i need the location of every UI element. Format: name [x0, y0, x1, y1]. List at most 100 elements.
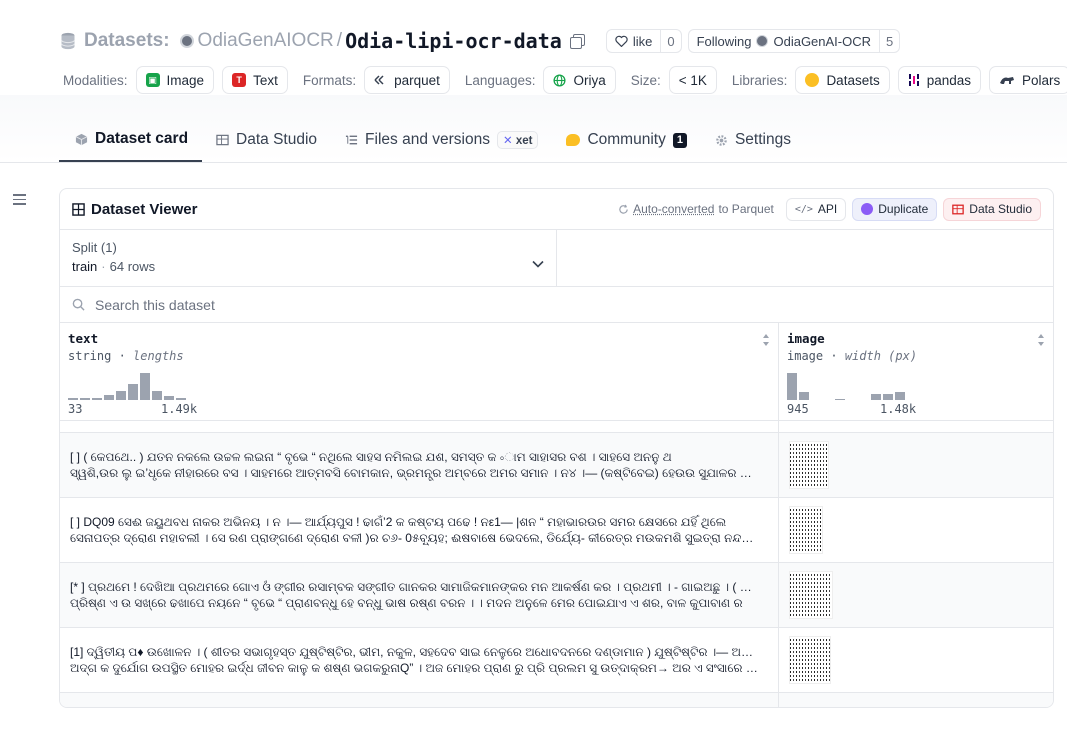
repo-tabs: Dataset card Data Studio Files and versi… [59, 118, 805, 164]
text-cell[interactable]: [ ] DQ09 ସେଈ ଜୟୁଥବଧ ନାକର ଅଭିନୟ । ନ ।— ଆର… [60, 498, 779, 562]
image-thumbnail[interactable] [789, 441, 829, 489]
repo-header: Datasets: OdiaGenAIOCR / Odia-lipi-ocr-d… [0, 0, 1067, 95]
cell-text-line: [ ] DQ09 ସେଈ ଜୟୁଥବଧ ନାକର ଅଭିନୟ । ନ ।— ଆର… [70, 515, 727, 529]
histogram-bar [104, 395, 114, 400]
image-cell[interactable] [779, 563, 1053, 627]
like-button[interactable]: like 0 [605, 29, 682, 53]
globe-icon [553, 73, 567, 87]
tag-datasets[interactable]: Datasets [795, 66, 890, 94]
sort-icon[interactable] [1037, 333, 1045, 347]
image-cell[interactable] [779, 693, 1053, 707]
split-dropdown[interactable]: Split (1) train · 64 rows [60, 230, 557, 286]
histogram-bar [128, 384, 138, 400]
table-row[interactable] [60, 693, 1053, 707]
histogram-bar [799, 392, 809, 400]
width-histogram[interactable] [787, 370, 905, 400]
pandas-icon [908, 74, 919, 86]
hist-min: 945 [787, 402, 809, 416]
cell-text-line: ସ୍ୱଶି,ଉର ଲୁ ଇ’ଧୃକେ ନୀହାରରେ ବସ । ସାହମରେ ଆ… [70, 466, 760, 480]
split-label: Split (1) [72, 240, 117, 255]
grid-icon [72, 202, 85, 216]
image-thumbnail[interactable] [789, 571, 833, 619]
api-button[interactable]: </> API [785, 197, 847, 221]
text-cell[interactable] [60, 693, 779, 707]
table-row[interactable]: [ ] ( କେପଥେ.. ) ଯତନ ନକଲେ ଉଚ୍ଚଳ ଲଇନା “ ବୃ… [60, 433, 1053, 498]
tab-label: Dataset card [95, 130, 189, 147]
auto-converted-link[interactable]: Auto-converted [633, 202, 714, 216]
tag-image[interactable]: ▣ Image [135, 66, 215, 94]
tab-settings[interactable]: Settings [701, 118, 805, 162]
table-row[interactable]: [1] ଦ୍ୱିତୀୟ ପ♦ ଉଖୋଳନ । ( ଶୀତର ସଭାଗୃହସ୍ତ … [60, 628, 1053, 693]
tag-polars[interactable]: Polars [989, 66, 1067, 94]
duplicate-button[interactable]: Duplicate [852, 197, 938, 221]
cell-text-line: ଅଦ୍ଗ କ ଦୁର୍ଯୋଗ ଉପସ୍ଥିତ ମୋହର ଇର୍ଦ୍ଧ ଜୀବନ … [70, 661, 760, 675]
tab-label: Data Studio [236, 131, 318, 148]
length-histogram[interactable] [68, 370, 186, 400]
column-header-image[interactable]: image image · width (px) 945 1.48k [779, 323, 1053, 420]
histogram-bar [68, 398, 78, 400]
refresh-icon [619, 204, 628, 214]
tag-size[interactable]: < 1K [668, 66, 717, 94]
copy-icon[interactable] [569, 34, 585, 49]
tag-label: pandas [926, 72, 972, 88]
tag-parquet[interactable]: parquet [364, 66, 450, 94]
cell-text-line: [* ] ପ୍ରଥମେ ! ଦେଖିଆ ପ୍ରଥମରେ ଗୋଏ ଓଁ ଙ୍ଗୀର… [70, 580, 760, 594]
tab-dataset-card[interactable]: Dataset card [59, 118, 203, 162]
auto-converted-note[interactable]: Auto-converted to Parquet [618, 202, 774, 216]
table-row[interactable]: [ ] DQ09 ସେଈ ଜୟୁଥବଧ ନାକର ଅଭିନୟ । ନ ।— ଆର… [60, 498, 1053, 563]
image-cell[interactable] [779, 433, 1053, 497]
libraries-label: Libraries: [731, 72, 788, 88]
following-label: Following [696, 33, 752, 49]
chevron-down-icon [532, 260, 544, 268]
column-header-text[interactable]: text string · lengths 33 1.49k [60, 323, 779, 420]
histogram-range: 945 1.48k [787, 402, 916, 416]
hist-max: 1.48k [880, 402, 917, 416]
data-studio-button[interactable]: Data Studio [943, 197, 1041, 221]
tag-text[interactable]: T Text [222, 66, 288, 94]
text-cell[interactable]: [* ] ପ୍ରଥମେ ! ଦେଖିଆ ପ୍ରଥମରେ ଗୋଏ ଓଁ ଙ୍ଗୀର… [60, 563, 779, 627]
org-avatar [756, 35, 769, 47]
repo-title-row: Datasets: OdiaGenAIOCR / Odia-lipi-ocr-d… [60, 27, 901, 55]
viewer-title: Dataset Viewer [72, 201, 197, 218]
histogram-bar [176, 398, 186, 400]
image-thumbnail[interactable] [789, 636, 831, 684]
histogram-range: 33 1.49k [68, 402, 197, 416]
image-cell[interactable] [779, 498, 1053, 562]
viewer-tools: Auto-converted to Parquet </> API Duplic… [618, 197, 1041, 221]
dataset-name[interactable]: Odia-lipi-ocr-data [345, 29, 562, 53]
text-cell[interactable]: [ ] ( କେପଥେ.. ) ଯତନ ନକଲେ ଉଚ୍ଚଳ ଲଇନା “ ବୃ… [60, 433, 779, 497]
owner-link[interactable]: OdiaGenAIOCR [198, 30, 334, 52]
community-count: 1 [672, 132, 687, 148]
text-cell[interactable]: [1] ଦ୍ୱିତୀୟ ପ♦ ଉଖୋଳନ । ( ଶୀତର ସଭାଗୃହସ୍ତ … [60, 628, 779, 692]
tab-data-studio[interactable]: Data Studio [202, 118, 331, 162]
image-cell[interactable] [779, 628, 1053, 692]
duplicate-icon [861, 203, 874, 215]
column-stat: width (px) [844, 349, 918, 363]
split-selector-row: Split (1) train · 64 rows [60, 230, 1053, 287]
tag-language[interactable]: Oriya [543, 66, 616, 94]
gear-icon [716, 134, 727, 146]
split-rows: 64 rows [109, 259, 156, 274]
xet-badge: ✕ xet [496, 131, 539, 149]
like-count: 0 [660, 30, 680, 52]
hist-max: 1.49k [161, 402, 198, 416]
split-value: train · 64 rows [72, 259, 156, 274]
sort-icon[interactable] [762, 333, 770, 347]
split-name: train [72, 259, 98, 274]
tab-files-and-versions[interactable]: Files and versions ✕ xet [331, 118, 552, 162]
tag-label: Polars [1022, 72, 1061, 88]
tag-label: Datasets [826, 72, 880, 88]
histogram-bar [140, 373, 150, 400]
section-link[interactable]: Datasets: [84, 30, 170, 52]
search-input[interactable] [95, 296, 1041, 313]
follow-button[interactable]: Following OdiaGenAI-OCR 5 [687, 29, 901, 53]
table-row[interactable]: [* ] ପ୍ରଥମେ ! ଦେଖିଆ ପ୍ରଥମରେ ଗୋଏ ଓଁ ଙ୍ଗୀର… [60, 563, 1053, 628]
image-thumbnail[interactable] [789, 506, 823, 554]
tag-pandas[interactable]: pandas [897, 66, 982, 94]
tab-community[interactable]: Community 1 [552, 118, 701, 162]
viewer-title-label: Dataset Viewer [91, 200, 198, 218]
histogram-bar [80, 398, 90, 400]
column-type-label: image [787, 349, 824, 363]
files-icon [345, 135, 358, 145]
sidebar-menu-icon[interactable] [13, 194, 26, 206]
